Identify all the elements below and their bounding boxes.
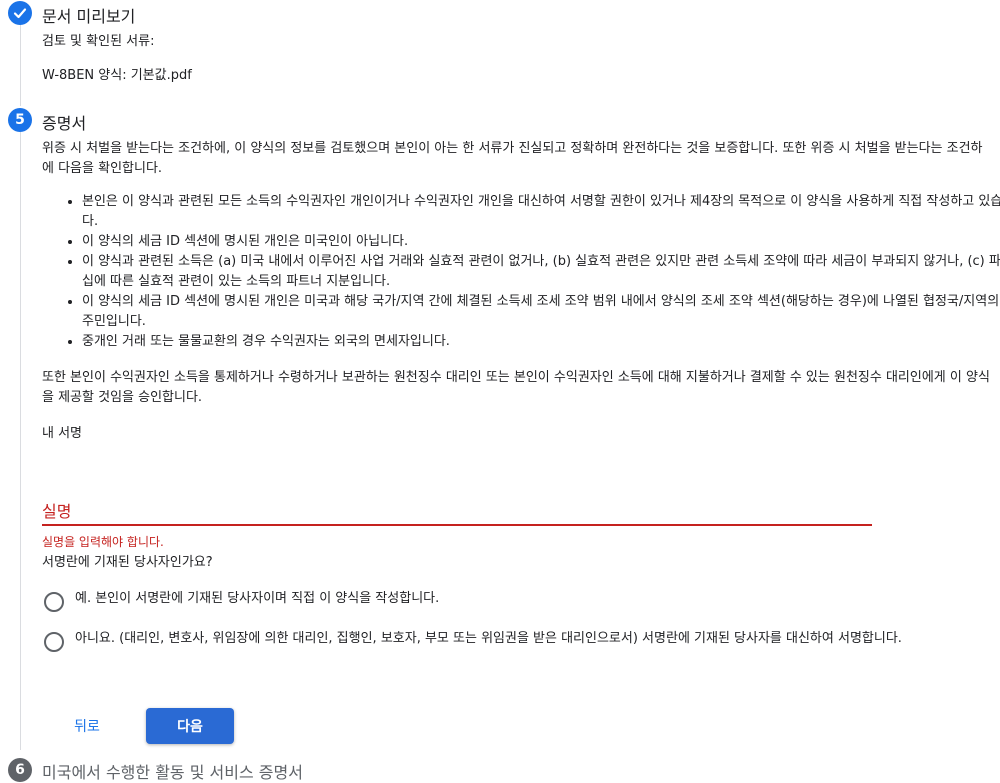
certification-list: 본인은 이 양식과 관련된 모든 소득의 수익권자인 개인이거나 수익권자인 개… [42,192,1000,352]
list-item: 이 양식의 세금 ID 섹션에 명시된 개인은 미국인이 아닙니다. [82,232,1000,252]
step-complete-check-icon [8,1,32,25]
step-number-badge: 5 [8,108,32,132]
list-item: 이 양식과 관련된 소득은 (a) 미국 내에서 이루어진 사업 거래와 실효적… [82,252,1000,292]
certification-intro: 위증 시 처벌을 받는다는 조건하에, 이 양식의 정보를 검토했으며 본인이 … [42,141,983,176]
withholding-agent-authorization: 또한 본인이 수익권자인 소득을 통제하거나 수령하거나 보관하는 원천징수 대… [42,370,990,405]
reviewed-file-name[interactable]: W-8BEN 양식: 기본값.pdf [42,66,192,86]
stepper-line-top [20,24,21,106]
signer-representative-label[interactable]: 아니요. (대리인, 변호사, 위임장에 의한 대리인, 집행인, 보호자, 부… [75,629,990,649]
step-title-document-preview[interactable]: 문서 미리보기 [42,3,135,27]
signature-heading: 내 서명 [42,426,83,441]
back-button[interactable]: 뒤로 [66,708,108,744]
signer-self-label[interactable]: 예. 본인이 서명란에 기재된 당사자이며 직접 이 양식을 작성합니다. [75,589,990,609]
signer-self-radio[interactable] [44,592,64,612]
signer-question: 서명란에 기재된 당사자인가요? [42,555,213,570]
step-title-us-activities[interactable]: 미국에서 수행한 활동 및 서비스 증명서 [42,759,303,783]
step-number-badge: 6 [8,758,32,782]
full-name-label: 실명 [42,502,72,521]
signer-representative-radio[interactable] [44,632,64,652]
list-item: 본인은 이 양식과 관련된 모든 소득의 수익권자인 개인이거나 수익권자인 개… [82,192,1000,232]
full-name-field[interactable]: 실명 [42,492,872,526]
next-button[interactable]: 다음 [146,708,234,744]
step-title-certification: 증명서 [42,114,87,133]
full-name-error: 실명을 입력해야 합니다. [42,535,164,549]
list-item: 이 양식의 세금 ID 섹션에 명시된 개인은 미국과 해당 국가/지역 간에 … [82,292,1000,332]
reviewed-documents-label: 검토 및 확인된 서류: [42,34,155,49]
stepper-line-main [20,132,21,750]
list-item: 중개인 거래 또는 물물교환의 경우 수익권자는 외국의 면세자입니다. [82,332,1000,352]
